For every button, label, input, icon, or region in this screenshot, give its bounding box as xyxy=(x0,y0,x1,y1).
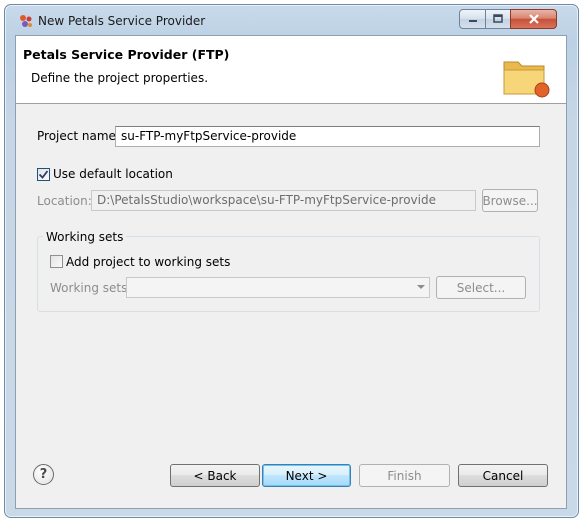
browse-button[interactable]: Browse... xyxy=(482,189,538,212)
finish-button[interactable]: Finish xyxy=(359,464,450,487)
petals-app-icon xyxy=(18,13,34,29)
use-default-location-checkbox[interactable] xyxy=(37,168,50,181)
wizard-page-description: Define the project properties. xyxy=(31,71,209,85)
chevron-down-icon xyxy=(417,285,425,289)
project-name-input[interactable]: su-FTP-myFtpService-provide xyxy=(115,126,540,147)
wizard-page-title: Petals Service Provider (FTP) xyxy=(23,47,230,62)
close-button[interactable] xyxy=(510,9,557,29)
help-icon[interactable]: ? xyxy=(33,464,54,485)
maximize-button[interactable] xyxy=(485,9,511,29)
maximize-icon xyxy=(493,14,503,23)
window-title: New Petals Service Provider xyxy=(38,14,206,28)
use-default-location-label[interactable]: Use default location xyxy=(53,167,173,181)
back-button[interactable]: < Back xyxy=(170,464,260,487)
location-input[interactable]: D:\PetalsStudio\workspace\su-FTP-myFtpSe… xyxy=(91,190,476,211)
working-sets-combo[interactable] xyxy=(126,277,430,298)
working-sets-group xyxy=(37,236,540,312)
folder-icon xyxy=(500,52,552,100)
minimize-button[interactable] xyxy=(459,9,486,29)
checkmark-icon xyxy=(38,170,49,179)
select-working-sets-button[interactable]: Select... xyxy=(436,276,526,299)
working-sets-label: Working sets: xyxy=(50,281,132,295)
next-button[interactable]: Next > xyxy=(262,464,351,487)
add-to-working-sets-checkbox[interactable] xyxy=(50,255,63,268)
location-label: Location: xyxy=(37,194,92,208)
cancel-button[interactable]: Cancel xyxy=(458,464,548,487)
working-sets-group-title: Working sets xyxy=(43,230,127,244)
project-name-label: Project name: xyxy=(37,129,120,143)
add-to-working-sets-label[interactable]: Add project to working sets xyxy=(66,255,230,269)
close-icon xyxy=(528,14,539,24)
minimize-icon xyxy=(468,20,477,22)
